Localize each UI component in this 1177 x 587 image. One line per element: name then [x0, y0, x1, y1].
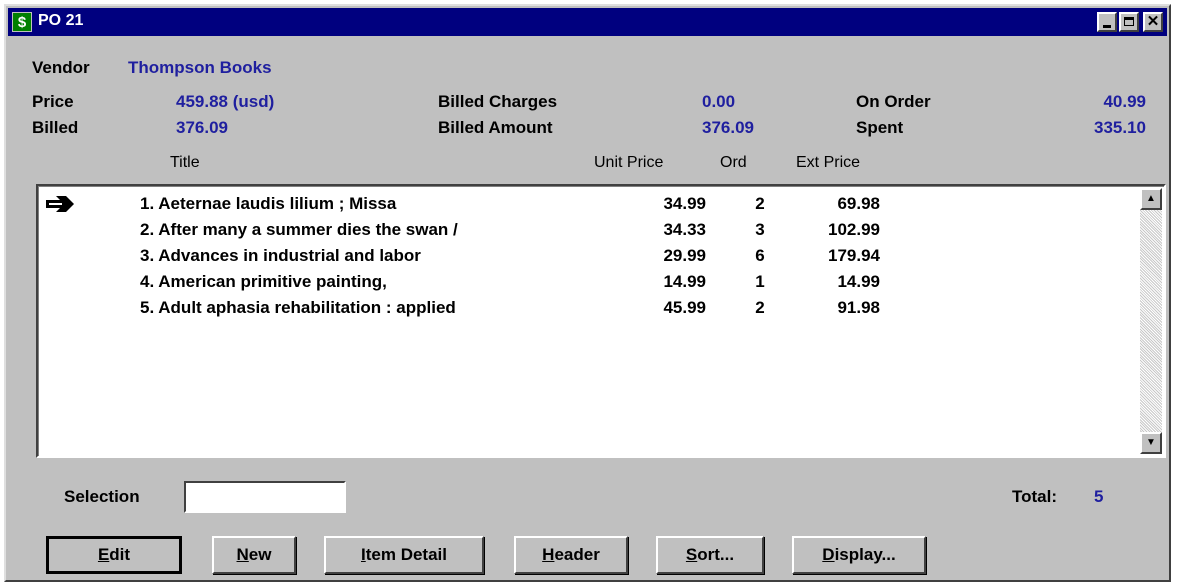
row-title: 3. Advances in industrial and labor [140, 246, 421, 265]
row-unit-price: 14.99 [663, 272, 706, 291]
sort-accelerator: S [685, 545, 698, 564]
total-label: Total: [1012, 487, 1058, 506]
column-header-ord[interactable]: Ord [720, 154, 747, 172]
row-ord: 2 [755, 298, 765, 317]
billed-label: Billed [32, 118, 79, 137]
billed-amount-value: 376.09 [702, 118, 754, 137]
row-ext-price: 69.98 [837, 194, 880, 213]
triangle-up-icon: ▲ [1146, 193, 1156, 204]
edit-button-label: dit [109, 545, 131, 564]
column-header-ext-price[interactable]: Ext Price [796, 154, 860, 172]
on-order-label: On Order [856, 92, 931, 111]
line-items-list[interactable]: 1. Aeternae laudis lilium ; Missa 34.99 … [36, 184, 1166, 458]
row-ord: 1 [755, 272, 765, 291]
display-button[interactable]: Display... [792, 536, 926, 574]
maximize-button[interactable] [1119, 12, 1139, 32]
row-ext-price: 91.98 [837, 298, 880, 317]
spent-label: Spent [856, 118, 904, 137]
maximize-icon [1124, 17, 1134, 26]
row-title: 1. Aeternae laudis lilium ; Missa [140, 194, 397, 213]
header-button-label: eader [554, 545, 600, 564]
vertical-scrollbar[interactable]: ▲ ▼ [1140, 188, 1162, 454]
row-unit-price: 45.99 [663, 298, 706, 317]
list-item[interactable]: 1. Aeternae laudis lilium ; Missa 34.99 … [38, 192, 1138, 218]
row-ext-price: 14.99 [837, 272, 880, 291]
list-item[interactable]: 5. Adult aphasia rehabilitation : applie… [38, 296, 1138, 322]
row-title: 2. After many a summer dies the swan / [140, 220, 458, 239]
display-button-label: isplay... [834, 545, 896, 564]
list-item[interactable]: 3. Advances in industrial and labor 29.9… [38, 244, 1138, 270]
row-ext-price: 179.94 [828, 246, 880, 265]
on-order-value: 40.99 [1103, 92, 1146, 111]
column-header-title[interactable]: Title [170, 154, 200, 172]
row-unit-price: 34.33 [663, 220, 706, 239]
selection-input[interactable] [184, 481, 346, 513]
current-row-arrow-icon [46, 196, 74, 212]
billed-charges-label: Billed Charges [438, 92, 558, 111]
item-detail-button[interactable]: Item Detail [324, 536, 484, 574]
minimize-icon [1103, 25, 1111, 28]
dollar-icon[interactable]: $ [12, 12, 32, 32]
display-accelerator: D [822, 545, 835, 564]
header-button[interactable]: Header [514, 536, 628, 574]
billed-amount-label: Billed Amount [438, 118, 553, 137]
price-label: Price [32, 92, 74, 111]
selection-label: Selection [64, 487, 140, 506]
billed-value: 376.09 [176, 118, 228, 137]
row-unit-price: 29.99 [663, 246, 706, 265]
row-ord: 6 [755, 246, 765, 265]
header-accelerator: H [542, 545, 555, 564]
edit-button[interactable]: Edit [46, 536, 182, 574]
row-ord: 2 [755, 194, 765, 213]
row-unit-price: 34.99 [663, 194, 706, 213]
price-value: 459.88 (usd) [176, 92, 275, 111]
row-ext-price: 102.99 [828, 220, 880, 239]
spent-value: 335.10 [1094, 118, 1146, 137]
window-title: PO 21 [38, 12, 84, 29]
column-header-unit-price[interactable]: Unit Price [594, 154, 663, 172]
row-title: 5. Adult aphasia rehabilitation : applie… [140, 298, 456, 317]
row-title: 4. American primitive painting, [140, 272, 387, 291]
new-accelerator: N [236, 545, 249, 564]
sort-button-label: ort... [697, 545, 735, 564]
new-button-label: ew [248, 545, 272, 564]
sort-button[interactable]: Sort... [656, 536, 764, 574]
edit-accelerator: E [97, 545, 110, 564]
close-icon: ✕ [1146, 13, 1160, 30]
item-detail-button-label: tem Detail [365, 545, 447, 564]
po-window: $ PO 21 ✕ Vendor Thompson Books Price 45… [4, 4, 1171, 582]
vendor-value: Thompson Books [128, 58, 272, 77]
total-value: 5 [1094, 487, 1104, 506]
minimize-button[interactable] [1097, 12, 1117, 32]
billed-charges-value: 0.00 [702, 92, 736, 111]
scroll-down-button[interactable]: ▼ [1140, 432, 1162, 454]
list-item[interactable]: 2. After many a summer dies the swan / 3… [38, 218, 1138, 244]
row-ord: 3 [755, 220, 765, 239]
scroll-up-button[interactable]: ▲ [1140, 188, 1162, 210]
new-button[interactable]: New [212, 536, 296, 574]
vendor-label: Vendor [32, 58, 90, 77]
triangle-down-icon: ▼ [1146, 437, 1156, 448]
close-button[interactable]: ✕ [1143, 12, 1163, 32]
title-bar[interactable]: $ PO 21 ✕ [8, 8, 1167, 36]
list-item[interactable]: 4. American primitive painting, 14.99 1 … [38, 270, 1138, 296]
